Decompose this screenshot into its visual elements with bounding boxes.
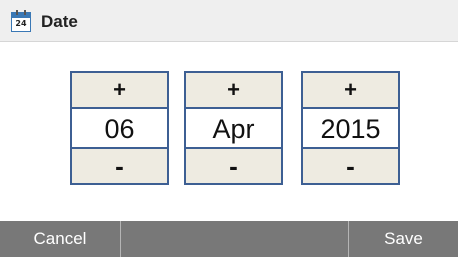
day-decrement-button[interactable]: - (72, 147, 167, 183)
page-title: Date (41, 12, 78, 31)
month-decrement-button[interactable]: - (186, 147, 281, 183)
empty-softkey[interactable] (121, 221, 348, 257)
year-spinner: + 2015 - (301, 71, 400, 185)
year-value: 2015 (320, 114, 381, 144)
calendar-icon: 24 (11, 10, 31, 32)
title-bar: 24 Date (0, 0, 458, 42)
cancel-button[interactable]: Cancel (0, 221, 120, 257)
year-increment-button[interactable]: + (303, 73, 398, 109)
calendar-icon-day: 24 (15, 19, 27, 28)
day-value: 06 (104, 114, 135, 144)
month-spinner: + Apr - (184, 71, 283, 185)
softkey-bar: Cancel Save (0, 221, 458, 257)
day-increment-button[interactable]: + (72, 73, 167, 109)
month-value: Apr (212, 114, 255, 144)
year-decrement-button[interactable]: - (303, 147, 398, 183)
month-increment-button[interactable]: + (186, 73, 281, 109)
day-spinner: + 06 - (70, 71, 169, 185)
save-button[interactable]: Save (349, 221, 458, 257)
